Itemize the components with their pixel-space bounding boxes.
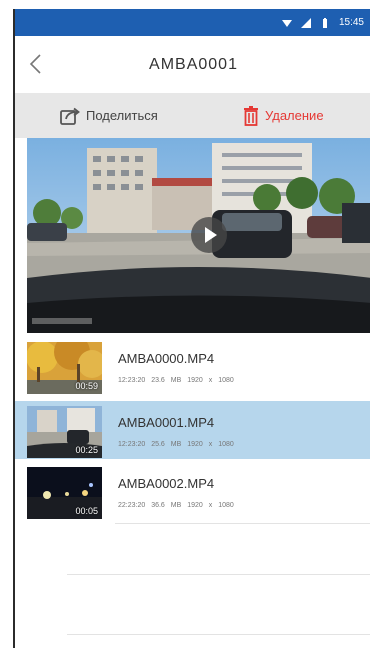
file-time: 12:23:20 (118, 377, 146, 384)
navbar: AMBA0001 (15, 36, 370, 94)
status-bar: 15:45 (15, 9, 370, 36)
play-button[interactable] (191, 217, 227, 253)
file-time: 12:23:20 (118, 441, 146, 448)
file-resolution: 1920 x 1080 (187, 441, 234, 448)
file-size: 36.6 MB (151, 502, 182, 509)
duration-label: 00:25 (75, 445, 98, 455)
file-name: AMBA0000.MP4 (118, 351, 215, 366)
wifi-icon (281, 19, 292, 27)
video-thumbnail: 00:25 (27, 406, 102, 458)
file-resolution: 1920 x 1080 (187, 502, 234, 509)
share-label: Поделиться (86, 108, 158, 123)
file-name: AMBA0002.MP4 (118, 476, 215, 491)
file-meta: 22:23:20 36.6 MB 1920 x 1080 (118, 502, 234, 509)
duration-label: 00:05 (75, 506, 98, 516)
share-icon (60, 107, 80, 125)
delete-label: Удаление (265, 108, 324, 123)
file-meta: 12:23:20 23.6 MB 1920 x 1080 (118, 377, 234, 384)
share-button[interactable]: Поделиться (59, 93, 158, 138)
trash-icon (244, 105, 258, 126)
phone-screen: 15:45 AMBA0001 Поделиться Удаление 00:59… (13, 9, 370, 648)
page-title: AMBA0001 (149, 56, 238, 73)
list-item-selected[interactable]: 00:25 AMBA0001.MP4 12:23:20 25.6 MB 1920… (15, 401, 370, 459)
signal-icon (300, 17, 311, 28)
delete-button[interactable]: Удаление (242, 93, 324, 138)
file-size: 25.6 MB (151, 441, 182, 448)
video-thumbnail: 00:05 (27, 467, 102, 519)
play-icon (205, 227, 217, 243)
file-size: 23.6 MB (151, 377, 182, 384)
file-name: AMBA0001.MP4 (118, 415, 215, 430)
list-item[interactable]: 00:59 AMBA0000.MP4 12:23:20 23.6 MB 1920… (15, 337, 370, 395)
file-meta: 12:23:20 25.6 MB 1920 x 1080 (118, 441, 234, 448)
action-bar: Поделиться Удаление (15, 93, 370, 138)
duration-label: 00:59 (75, 381, 98, 391)
video-preview[interactable] (27, 138, 370, 333)
list-item[interactable]: 00:05 AMBA0002.MP4 22:23:20 36.6 MB 1920… (15, 462, 370, 520)
divider (115, 523, 370, 524)
divider (67, 574, 370, 575)
battery-icon (322, 17, 327, 28)
file-time: 22:23:20 (118, 502, 146, 509)
video-thumbnail: 00:59 (27, 342, 102, 394)
divider (67, 634, 370, 635)
status-time: 15:45 (338, 17, 364, 28)
file-resolution: 1920 x 1080 (187, 377, 234, 384)
